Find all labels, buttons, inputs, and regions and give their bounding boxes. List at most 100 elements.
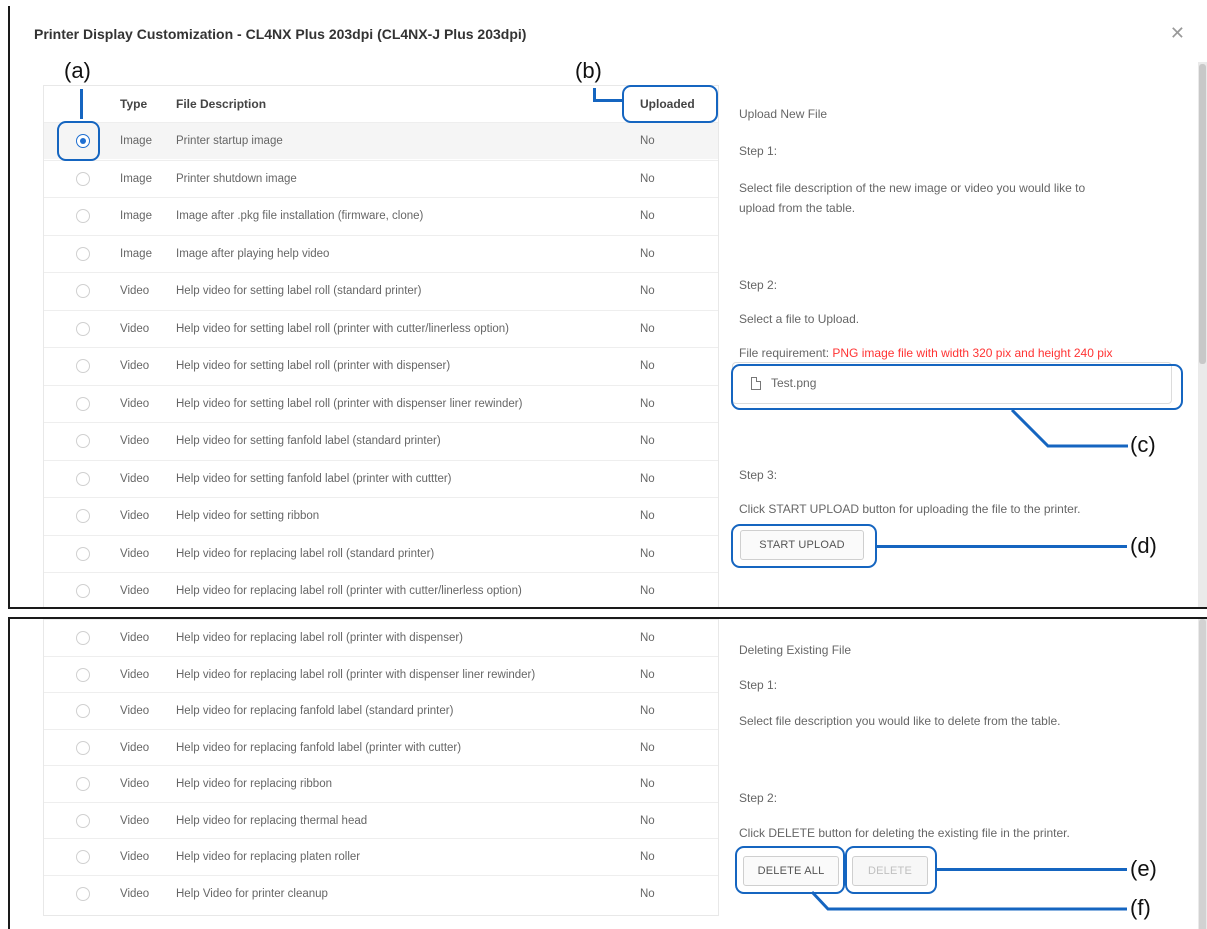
row-radio-cell[interactable]	[72, 423, 94, 459]
radio-button[interactable]	[76, 850, 90, 864]
radio-button[interactable]	[76, 740, 90, 755]
annotation-line-e	[937, 868, 1127, 871]
scrollbar[interactable]	[1198, 62, 1207, 607]
row-type: Video	[120, 887, 150, 900]
callout-d	[731, 524, 877, 568]
annotation-line-a	[80, 89, 83, 119]
radio-button[interactable]	[76, 359, 90, 373]
radio-button[interactable]	[76, 509, 90, 523]
annotation-label-f: (f)	[1130, 895, 1151, 920]
table-row[interactable]: Video Help video for replacing label roll…	[44, 655, 718, 693]
table-row[interactable]: Video Help video for replacing label roll…	[44, 619, 718, 656]
radio-button[interactable]	[76, 631, 90, 645]
radio-button[interactable]	[76, 546, 90, 561]
table-row[interactable]: Video Help video for setting fanfold labe…	[44, 422, 718, 459]
row-uploaded: No	[640, 585, 655, 597]
upload-step3-label: Step 3:	[739, 468, 778, 482]
radio-button[interactable]	[76, 284, 90, 298]
radio-button[interactable]	[76, 471, 90, 486]
upload-step3-text: Click START UPLOAD button for uploading …	[739, 502, 1081, 516]
row-radio-cell[interactable]	[72, 461, 94, 497]
table-row[interactable]: Image Image after .pkg file installation …	[44, 197, 718, 234]
row-type: Image	[120, 135, 152, 147]
table-row[interactable]: Video Help video for setting label roll (…	[44, 309, 718, 347]
table-row[interactable]: Video Help video for replacing fanfold la…	[44, 728, 718, 766]
row-description: Help video for replacing platen roller	[176, 851, 361, 863]
table-row[interactable]: Video Help video for replacing label roll…	[44, 534, 718, 572]
row-radio-cell[interactable]	[72, 573, 94, 607]
annotation-line-f	[810, 890, 1127, 911]
row-radio-cell[interactable]	[72, 198, 94, 234]
annotation-line-b2	[593, 99, 624, 102]
row-uploaded: No	[640, 887, 655, 900]
row-radio-cell[interactable]	[72, 536, 94, 572]
header-file-description: File Description	[176, 97, 267, 111]
row-uploaded: No	[640, 705, 655, 717]
row-uploaded: No	[640, 360, 655, 372]
radio-button[interactable]	[76, 396, 90, 411]
radio-button[interactable]	[76, 171, 90, 186]
row-radio-cell[interactable]	[72, 620, 94, 656]
row-radio-cell[interactable]	[72, 273, 94, 309]
table-row[interactable]: Image Printer startup image No	[44, 122, 718, 159]
table-row[interactable]: Image Printer shutdown image No	[44, 159, 718, 197]
row-uploaded: No	[640, 547, 655, 560]
row-uploaded: No	[640, 472, 655, 485]
row-description: Help video for setting label roll (print…	[176, 397, 523, 410]
radio-button[interactable]	[76, 209, 90, 223]
table-row[interactable]: Video Help video for setting label roll (…	[44, 347, 718, 384]
row-radio-cell[interactable]	[72, 839, 94, 875]
radio-button[interactable]	[76, 813, 90, 828]
radio-button[interactable]	[76, 584, 90, 598]
delete-step1-text: Select file description you would like t…	[739, 714, 1061, 728]
radio-button[interactable]	[76, 667, 90, 682]
table-row[interactable]: Video Help video for setting fanfold labe…	[44, 459, 718, 497]
upload-step2-text: Select a file to Upload.	[739, 312, 860, 326]
radio-button[interactable]	[76, 777, 90, 791]
row-description: Help video for replacing label roll (sta…	[176, 547, 435, 560]
table-row[interactable]: Image Image after playing help video No	[44, 234, 718, 272]
radio-button[interactable]	[76, 321, 90, 336]
row-type: Video	[120, 472, 150, 485]
row-radio-cell[interactable]	[72, 657, 94, 693]
radio-button[interactable]	[76, 704, 90, 718]
row-type: Video	[120, 285, 150, 297]
scrollbar-bottom[interactable]	[1198, 619, 1207, 929]
row-radio-cell[interactable]	[72, 730, 94, 766]
table-row[interactable]: Video Help video for replacing ribbon No	[44, 765, 718, 802]
table-row[interactable]: Video Help video for setting ribbon No	[44, 497, 718, 534]
row-radio-cell[interactable]	[72, 311, 94, 347]
delete-step2-text: Click DELETE button for deleting the exi…	[739, 826, 1070, 840]
row-description: Help video for setting ribbon	[176, 510, 320, 522]
radio-button[interactable]	[76, 434, 90, 448]
row-radio-cell[interactable]	[72, 386, 94, 422]
callout-a	[57, 121, 100, 161]
upload-step1-text-2: upload from the table.	[739, 201, 856, 215]
row-description: Help video for replacing fanfold label (…	[176, 705, 454, 717]
row-type: Video	[120, 814, 150, 827]
table-row[interactable]: Video Help video for replacing platen rol…	[44, 838, 718, 875]
table-row[interactable]: Video Help video for replacing label roll…	[44, 572, 718, 607]
table-row[interactable]: Video Help Video for printer cleanup No	[44, 874, 718, 912]
close-icon[interactable]: ✕	[1170, 23, 1185, 44]
row-radio-cell[interactable]	[72, 348, 94, 384]
table-row[interactable]: Video Help video for setting label roll (…	[44, 384, 718, 422]
row-radio-cell[interactable]	[72, 693, 94, 729]
row-type: Image	[120, 172, 152, 185]
row-type: Image	[120, 210, 152, 222]
file-requirement-value: PNG image file with width 320 pix and he…	[832, 346, 1113, 360]
row-type: Video	[120, 397, 150, 410]
upload-heading: Upload New File	[739, 107, 828, 121]
table-row[interactable]: Video Help video for replacing thermal he…	[44, 801, 718, 839]
row-radio-cell[interactable]	[72, 803, 94, 839]
row-radio-cell[interactable]	[72, 161, 94, 197]
row-radio-cell[interactable]	[72, 236, 94, 272]
file-table-continued: Video Help video for replacing label roll…	[43, 619, 719, 916]
row-radio-cell[interactable]	[72, 876, 94, 912]
row-radio-cell[interactable]	[72, 498, 94, 534]
table-row[interactable]: Video Help video for replacing fanfold la…	[44, 692, 718, 729]
radio-button[interactable]	[76, 886, 90, 901]
radio-button[interactable]	[76, 246, 90, 261]
row-radio-cell[interactable]	[72, 766, 94, 802]
table-row[interactable]: Video Help video for setting label roll (…	[44, 272, 718, 309]
